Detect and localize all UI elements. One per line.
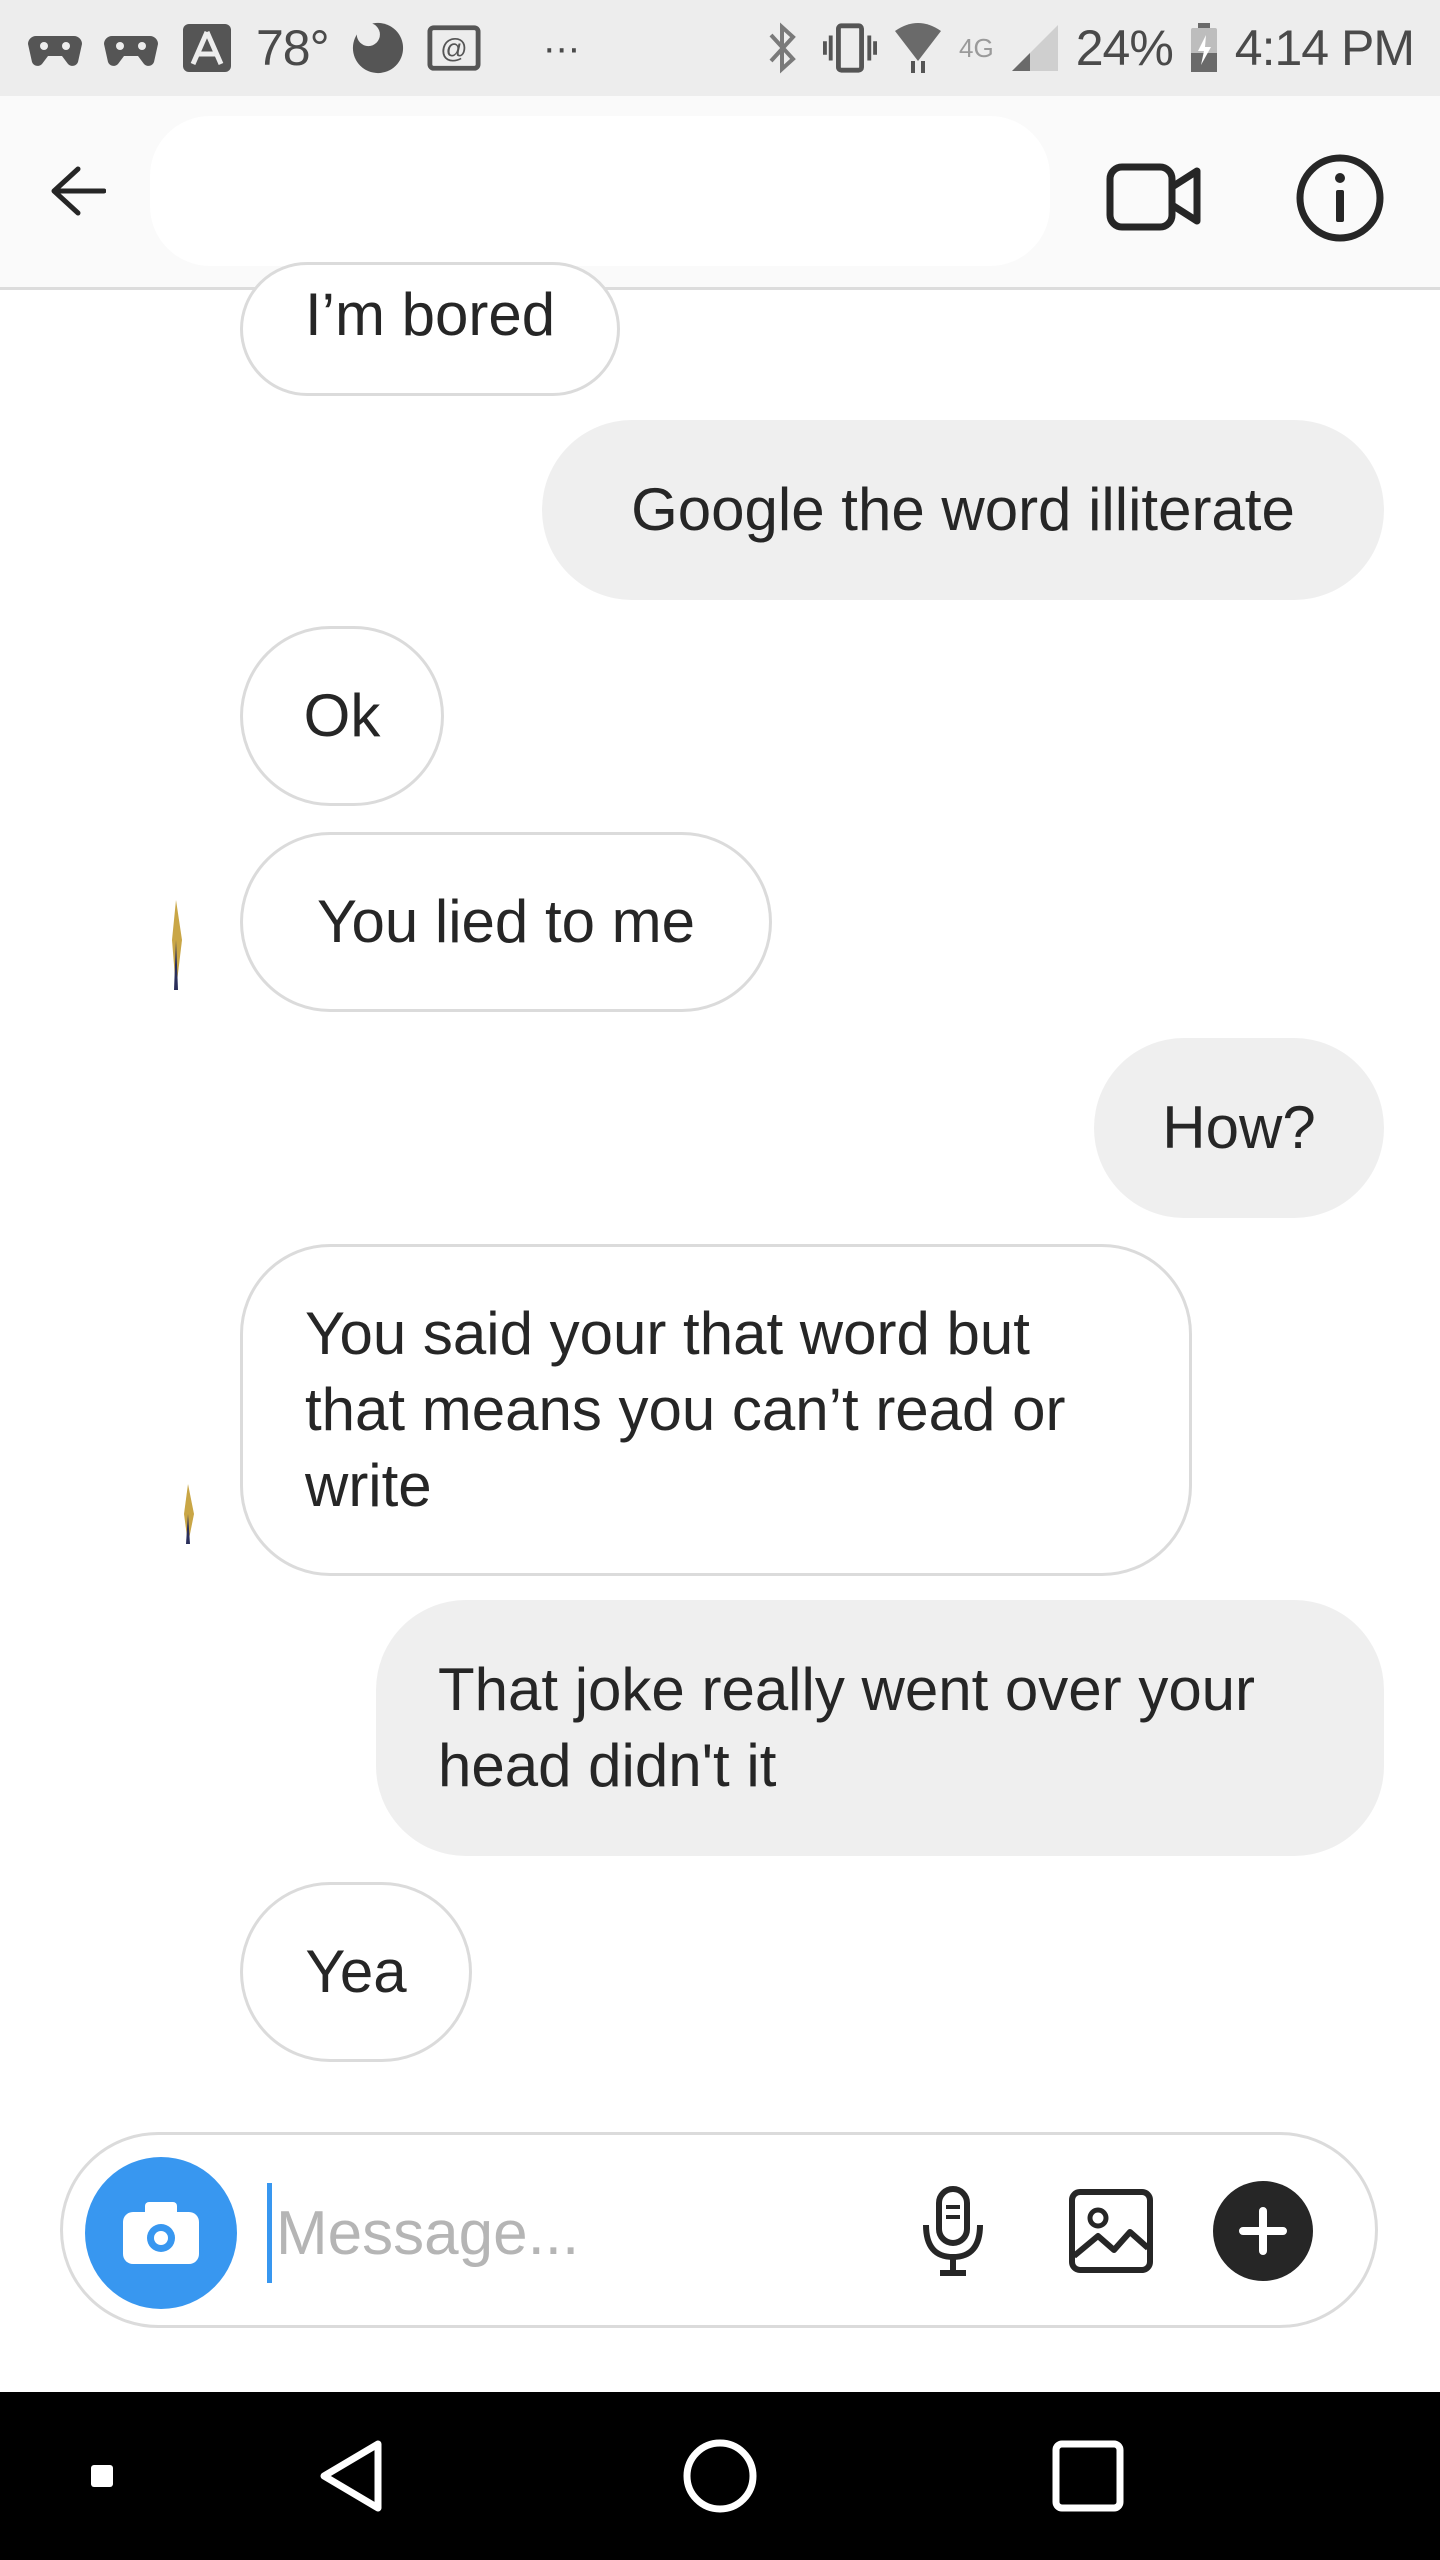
message-text: Yea — [305, 1938, 407, 2005]
conversation-header — [0, 96, 1440, 290]
moon-icon — [351, 21, 405, 75]
temperature: 78° — [256, 20, 330, 76]
gamepad-icon — [28, 21, 82, 75]
more-notifications: ··· — [542, 25, 581, 70]
image-icon — [1069, 2189, 1153, 2273]
microphone-icon — [923, 2186, 983, 2276]
message-text: You said your that word but that means y… — [305, 1300, 1066, 1519]
svg-text:@: @ — [440, 34, 467, 64]
message-text: How? — [1162, 1094, 1316, 1161]
message-incoming[interactable]: I’m bored — [240, 262, 621, 396]
message-outgoing[interactable]: How? — [1094, 1038, 1384, 1218]
square-recents-icon — [1052, 2440, 1124, 2512]
status-bar: 78° @ ··· 4G 24% 4:14 PM — [0, 0, 1440, 96]
message-text: Ok — [303, 682, 381, 749]
nav-back-button[interactable] — [302, 2426, 402, 2526]
message-text: I’m bored — [305, 281, 556, 348]
network-type: 4G — [959, 32, 994, 63]
message-composer — [60, 2132, 1378, 2328]
message-incoming[interactable]: Yea — [240, 1882, 472, 2062]
message-text: Google the word illiterate — [631, 476, 1295, 543]
message-incoming[interactable]: You said your that word but that means y… — [240, 1244, 1192, 1576]
system-nav-bar — [0, 2392, 1440, 2560]
message-input[interactable] — [267, 2183, 907, 2283]
bluetooth-icon — [755, 21, 809, 75]
video-call-button[interactable] — [1100, 151, 1210, 241]
arrow-left-icon — [51, 166, 106, 216]
redacted-contact-name — [150, 116, 1050, 266]
square-small-icon — [91, 2465, 113, 2487]
camera-icon — [123, 2202, 199, 2264]
gamepad-icon — [104, 21, 158, 75]
info-button[interactable] — [1292, 150, 1388, 246]
video-call-icon — [1106, 163, 1201, 231]
message-text: That joke really went over your head did… — [438, 1656, 1256, 1799]
nav-home-button[interactable] — [670, 2426, 770, 2526]
signal-icon — [1008, 21, 1062, 75]
battery-charging-icon — [1187, 21, 1221, 75]
back-button[interactable] — [36, 151, 116, 231]
plus-icon — [1239, 2207, 1287, 2255]
nav-recents-button[interactable] — [1038, 2426, 1138, 2526]
avatar — [172, 900, 182, 990]
battery-percent: 24% — [1075, 20, 1174, 76]
nav-dot-button[interactable] — [52, 2426, 152, 2526]
app-store-icon — [180, 21, 234, 75]
message-outgoing[interactable]: Google the word illiterate — [542, 420, 1384, 600]
clock: 4:14 PM — [1234, 20, 1415, 76]
gallery-button[interactable] — [1061, 2181, 1161, 2281]
vibrate-icon — [823, 21, 878, 75]
triangle-back-icon — [320, 2440, 382, 2512]
circle-home-icon — [683, 2439, 757, 2513]
camera-button[interactable] — [85, 2157, 237, 2309]
message-incoming[interactable]: You lied to me — [240, 832, 772, 1012]
more-options-button[interactable] — [1213, 2181, 1313, 2281]
message-incoming[interactable]: Ok — [240, 626, 444, 806]
email-icon: @ — [427, 21, 481, 75]
info-icon — [1296, 154, 1384, 242]
voice-message-button[interactable] — [903, 2181, 1003, 2281]
wifi-icon — [891, 21, 945, 75]
message-outgoing[interactable]: That joke really went over your head did… — [376, 1600, 1384, 1856]
avatar — [184, 1484, 194, 1544]
message-text: You lied to me — [316, 888, 696, 955]
